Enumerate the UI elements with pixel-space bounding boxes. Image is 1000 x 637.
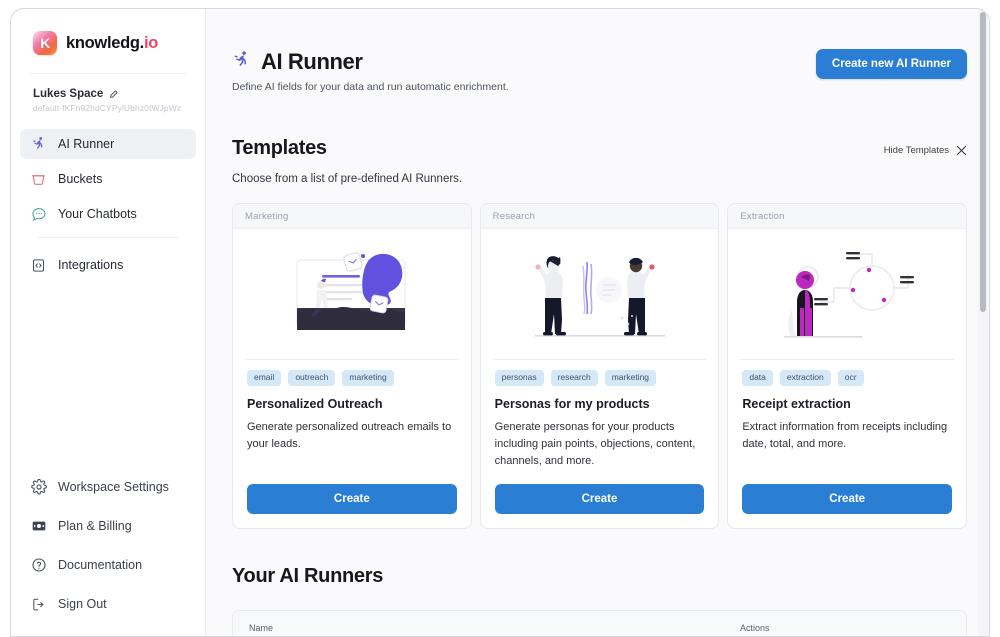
template-create-button[interactable]: Create — [247, 483, 457, 514]
vertical-scrollbar[interactable] — [978, 10, 988, 636]
template-category: Marketing — [233, 204, 471, 229]
template-category: Extraction — [728, 204, 967, 229]
workspace-id: default-fKFn92hdCYPylUbhz0tWJpWz — [33, 103, 182, 113]
scrollbar-thumb[interactable] — [980, 12, 986, 312]
column-header-actions: Actions — [740, 623, 770, 634]
gear-icon — [30, 479, 47, 496]
brand-suffix: io — [143, 33, 159, 52]
template-description: Generate personalized outreach emails to… — [247, 420, 452, 450]
create-new-ai-runner-button[interactable]: Create new AI Runner — [815, 49, 967, 79]
knowledg-logo-icon: K — [33, 31, 57, 55]
page-subtitle: Define AI fields for your data and run a… — [232, 81, 509, 93]
sidebar-item-workspace-settings[interactable]: Workspace Settings — [20, 472, 196, 502]
hide-templates-label: Hide Templates — [883, 145, 949, 156]
sign-out-icon — [30, 596, 47, 613]
template-tags: email outreach marketing — [247, 370, 457, 386]
tag: outreach — [288, 370, 336, 386]
data-extraction-illustration — [728, 229, 966, 357]
brand-logo-block[interactable]: K knowledg.io — [11, 9, 205, 73]
sidebar-item-label: Integrations — [58, 258, 124, 272]
template-title: Receipt extraction — [742, 396, 851, 411]
tag: data — [742, 370, 773, 386]
template-description: Generate personas for your products incl… — [494, 420, 696, 467]
bucket-icon — [30, 171, 47, 188]
sidebar-item-plan-billing[interactable]: Plan & Billing — [20, 511, 196, 541]
template-card-personalized-outreach[interactable]: Marketing email outreach marketing Perso… — [232, 203, 472, 529]
sidebar-item-sign-out[interactable]: Sign Out — [20, 589, 196, 619]
brand-name: knowledg.io — [66, 33, 159, 52]
email-outreach-illustration — [233, 229, 471, 357]
template-title: Personalized Outreach — [247, 396, 383, 411]
app-window: K knowledg.io Lukes Space default-fKFn92… — [10, 8, 990, 637]
edit-pencil-icon[interactable] — [109, 89, 118, 99]
template-create-button[interactable]: Create — [742, 483, 953, 514]
two-people-whiteboard-illustration — [481, 229, 719, 357]
billing-icon — [30, 518, 47, 535]
tag: email — [247, 370, 282, 386]
integrations-icon — [30, 257, 47, 274]
tag: extraction — [779, 370, 831, 386]
main-content: AI Runner Define AI fields for your data… — [206, 9, 989, 636]
tag: marketing — [604, 370, 657, 386]
sidebar-item-buckets[interactable]: Buckets — [20, 164, 196, 194]
ai-runners-table: Name Actions 20 prompts rewritten Delete… — [232, 609, 967, 636]
logo-glyph: K — [40, 35, 50, 51]
sidebar-item-label: Buckets — [58, 172, 103, 186]
workspace-name: Lukes Space — [33, 88, 104, 100]
template-category: Research — [480, 204, 719, 229]
column-header-name: Name — [249, 623, 274, 634]
templates-section-header: Templates Hide Templates — [232, 137, 967, 160]
tag: personas — [494, 370, 544, 386]
template-card-receipt-extraction[interactable]: Extraction data extraction ocr Receipt e… — [727, 203, 968, 529]
sidebar-item-ai-runner[interactable]: AI Runner — [20, 129, 196, 159]
table-header-row: Name Actions — [233, 610, 966, 636]
template-cards: Marketing email outreach marketing Perso… — [232, 203, 968, 529]
primary-nav: AI Runner Buckets Your Chatbots Integrat… — [11, 127, 205, 285]
chat-bubble-icon — [30, 206, 47, 223]
sidebar-item-label: Your Chatbots — [58, 207, 137, 221]
sidebar-item-documentation[interactable]: Documentation — [20, 550, 196, 580]
template-description: Extract information from receipts includ… — [742, 420, 948, 450]
sidebar-item-label: Plan & Billing — [58, 519, 132, 533]
sidebar-item-label: Documentation — [58, 558, 143, 572]
template-create-button[interactable]: Create — [494, 483, 705, 514]
hide-templates-button[interactable]: Hide Templates — [884, 145, 967, 160]
templates-title: Templates — [232, 137, 327, 159]
page-title: AI Runner — [261, 49, 363, 74]
template-tags: data extraction ocr — [742, 370, 952, 386]
tag: marketing — [342, 370, 394, 386]
template-card-personas-for-my-products[interactable]: Research personas research marketing Per… — [479, 203, 720, 529]
tag: research — [550, 370, 598, 386]
your-ai-runners-title: Your AI Runners — [232, 564, 384, 587]
runner-icon — [30, 136, 47, 153]
sidebar-item-your-chatbots[interactable]: Your Chatbots — [20, 199, 196, 229]
workspace-block[interactable]: Lukes Space default-fKFn92hdCYPylUbhz0tW… — [11, 74, 205, 127]
page-title-runner-icon — [232, 50, 252, 75]
templates-subtitle: Choose from a list of pre-defined AI Run… — [232, 173, 463, 185]
tag: ocr — [837, 370, 864, 386]
sidebar-bottom-nav: Workspace Settings Plan & Billing Docume… — [11, 472, 205, 636]
sidebar-divider-mid — [38, 237, 178, 238]
sidebar-item-integrations[interactable]: Integrations — [20, 250, 196, 280]
close-icon — [956, 145, 967, 156]
page-header: AI Runner Define AI fields for your data… — [232, 49, 967, 93]
template-title: Personas for my products — [494, 396, 650, 411]
question-circle-icon — [30, 557, 47, 574]
sidebar-item-label: Sign Out — [58, 597, 107, 611]
sidebar: K knowledg.io Lukes Space default-fKFn92… — [11, 9, 206, 636]
sidebar-item-label: Workspace Settings — [58, 480, 169, 494]
template-tags: personas research marketing — [494, 370, 705, 386]
sidebar-item-label: AI Runner — [58, 137, 115, 151]
